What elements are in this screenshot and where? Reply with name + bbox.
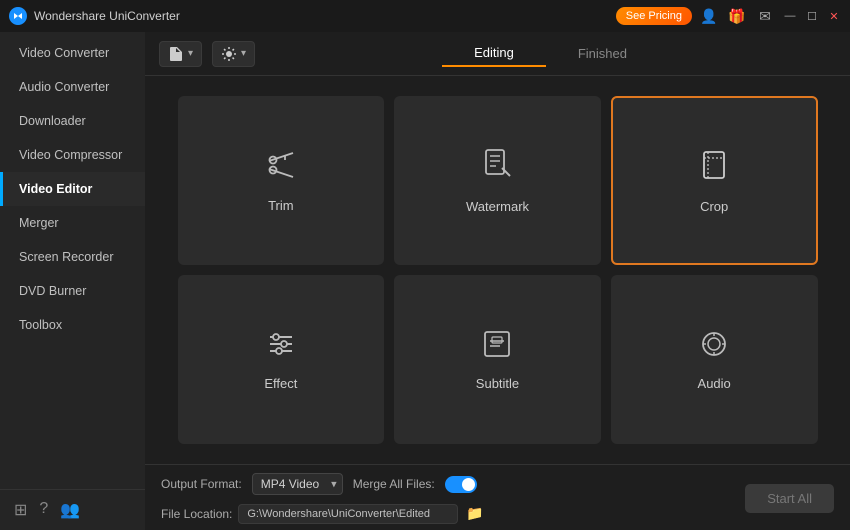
start-all-button[interactable]: Start All xyxy=(745,484,834,513)
watermark-label: Watermark xyxy=(466,199,529,214)
grid-icon[interactable]: ⊞ xyxy=(14,500,27,520)
users-icon[interactable]: 👥 xyxy=(60,500,80,520)
main-layout: Video Converter Audio Converter Download… xyxy=(0,32,850,530)
sidebar-item-video-editor[interactable]: Video Editor xyxy=(0,172,145,206)
app-logo xyxy=(8,6,28,26)
watermark-card[interactable]: Watermark xyxy=(394,96,601,265)
browse-folder-button[interactable]: 📁 xyxy=(464,503,485,524)
title-bar-controls: See Pricing 👤 🎁 ✉ — ☐ ✕ xyxy=(616,5,842,27)
sidebar-item-screen-recorder[interactable]: Screen Recorder xyxy=(0,240,145,274)
trim-label: Trim xyxy=(268,198,294,213)
file-location-path: G:\Wondershare\UniConverter\Edited xyxy=(238,504,458,524)
effect-icon xyxy=(266,329,296,366)
minimize-button[interactable]: — xyxy=(782,8,798,24)
sidebar-item-video-compressor[interactable]: Video Compressor xyxy=(0,138,145,172)
close-button[interactable]: ✕ xyxy=(826,8,842,24)
sidebar-item-dvd-burner[interactable]: DVD Burner xyxy=(0,274,145,308)
trim-card[interactable]: Trim xyxy=(178,96,385,265)
add-file-icon xyxy=(168,46,184,62)
output-format-select-wrap[interactable]: MP4 Video xyxy=(252,473,343,495)
app-title: Wondershare UniConverter xyxy=(34,9,616,23)
crop-icon xyxy=(699,148,729,189)
editor-grid: Trim Watermark xyxy=(158,76,838,464)
file-location-label: File Location: xyxy=(161,507,232,521)
sidebar-item-toolbox[interactable]: Toolbox xyxy=(0,308,145,342)
settings-icon xyxy=(221,46,237,62)
output-format-row: Output Format: MP4 Video Merge All Files… xyxy=(161,473,486,495)
settings-button[interactable]: ▾ xyxy=(212,41,255,67)
tab-strip: Editing Finished xyxy=(265,40,836,67)
file-location-row: File Location: G:\Wondershare\UniConvert… xyxy=(161,503,486,524)
watermark-icon xyxy=(482,148,512,189)
audio-label: Audio xyxy=(698,376,731,391)
see-pricing-button[interactable]: See Pricing xyxy=(616,7,692,25)
bottom-left: Output Format: MP4 Video Merge All Files… xyxy=(161,473,486,524)
settings-chevron: ▾ xyxy=(241,48,246,59)
trim-icon xyxy=(265,149,297,188)
audio-icon xyxy=(699,329,729,366)
add-files-button[interactable]: ▾ xyxy=(159,41,202,67)
output-format-select[interactable]: MP4 Video xyxy=(252,473,343,495)
effect-card[interactable]: Effect xyxy=(178,275,385,444)
merge-all-files-toggle[interactable] xyxy=(445,476,477,493)
add-files-chevron: ▾ xyxy=(188,48,193,59)
subtitle-icon xyxy=(482,329,512,366)
sidebar-item-video-converter[interactable]: Video Converter xyxy=(0,36,145,70)
user-icon[interactable]: 👤 xyxy=(698,5,720,27)
sidebar-item-downloader[interactable]: Downloader xyxy=(0,104,145,138)
crop-card[interactable]: Crop xyxy=(611,96,818,265)
tab-finished[interactable]: Finished xyxy=(546,41,659,66)
crop-label: Crop xyxy=(700,199,728,214)
sidebar: Video Converter Audio Converter Download… xyxy=(0,32,145,530)
top-toolbar: ▾ ▾ Editing Finished xyxy=(145,32,850,76)
maximize-button[interactable]: ☐ xyxy=(804,8,820,24)
bottom-bar: Output Format: MP4 Video Merge All Files… xyxy=(145,464,850,530)
tab-editing[interactable]: Editing xyxy=(442,40,546,67)
title-bar: Wondershare UniConverter See Pricing 👤 🎁… xyxy=(0,0,850,32)
sidebar-item-audio-converter[interactable]: Audio Converter xyxy=(0,70,145,104)
effect-label: Effect xyxy=(264,376,297,391)
audio-card[interactable]: Audio xyxy=(611,275,818,444)
merge-all-files-label: Merge All Files: xyxy=(353,477,435,491)
subtitle-card[interactable]: Subtitle xyxy=(394,275,601,444)
gift-icon[interactable]: 🎁 xyxy=(726,5,748,27)
sidebar-footer: ⊞ ? 👥 xyxy=(0,489,145,530)
bottom-main-row: Output Format: MP4 Video Merge All Files… xyxy=(161,473,834,524)
subtitle-label: Subtitle xyxy=(476,376,519,391)
output-format-label: Output Format: xyxy=(161,477,242,491)
sidebar-item-merger[interactable]: Merger xyxy=(0,206,145,240)
content-area: ▾ ▾ Editing Finished xyxy=(145,32,850,530)
mail-icon[interactable]: ✉ xyxy=(754,5,776,27)
help-icon[interactable]: ? xyxy=(39,500,48,520)
